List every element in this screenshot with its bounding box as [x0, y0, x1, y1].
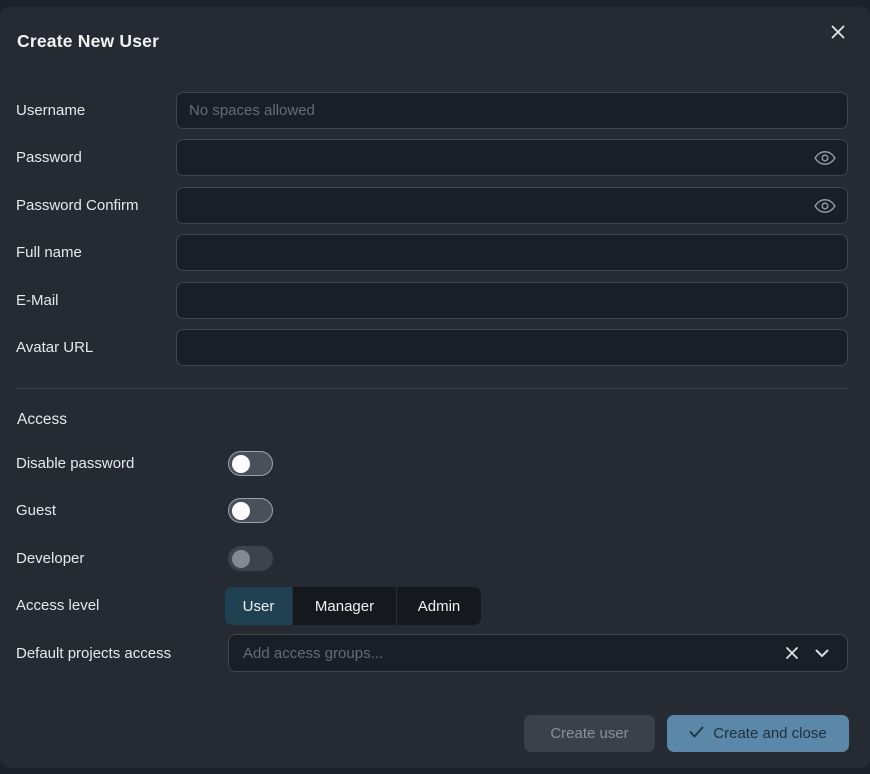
eye-icon — [814, 153, 836, 168]
access-level-segmented-control: User Manager Admin — [225, 587, 481, 625]
reveal-password-button[interactable] — [812, 148, 838, 167]
email-label: E-Mail — [16, 292, 176, 309]
full-name-input[interactable] — [176, 234, 848, 271]
field-row-email: E-Mail — [16, 282, 848, 319]
close-button[interactable] — [826, 21, 850, 45]
password-confirm-label: Password Confirm — [16, 197, 176, 214]
eye-icon — [814, 201, 836, 216]
dialog-title: Create New User — [17, 31, 159, 52]
password-label: Password — [16, 149, 176, 166]
full-name-label: Full name — [16, 244, 176, 261]
clear-selection-button[interactable] — [781, 642, 803, 664]
access-level-row: Access level — [16, 593, 228, 618]
guest-label: Guest — [16, 502, 228, 519]
section-divider — [16, 388, 848, 389]
field-row-full-name: Full name — [16, 234, 848, 271]
toggle-row-developer: Developer — [16, 546, 273, 571]
password-confirm-input[interactable] — [176, 187, 848, 224]
checkmark-icon — [689, 725, 704, 742]
guest-toggle[interactable] — [228, 498, 273, 523]
toggle-knob — [232, 502, 250, 520]
avatar-url-input[interactable] — [176, 329, 848, 366]
toggle-row-disable-password: Disable password — [16, 451, 273, 476]
field-row-password: Password — [16, 139, 848, 176]
access-level-option-manager[interactable]: Manager — [293, 587, 397, 625]
field-row-password-confirm: Password Confirm — [16, 187, 848, 224]
field-row-username: Username — [16, 92, 848, 129]
access-level-option-user[interactable]: User — [225, 587, 293, 625]
default-projects-multiselect[interactable]: Add access groups... — [228, 634, 848, 672]
create-user-dialog: Create New User Username Password Passwo… — [0, 7, 870, 768]
default-projects-row: Default projects access — [16, 641, 228, 666]
clear-x-icon — [785, 648, 799, 663]
expand-dropdown-button[interactable] — [811, 645, 833, 662]
toggle-knob — [232, 455, 250, 473]
field-row-avatar-url: Avatar URL — [16, 329, 848, 366]
multiselect-placeholder: Add access groups... — [243, 645, 781, 662]
username-label: Username — [16, 102, 176, 119]
chevron-down-icon — [815, 646, 829, 661]
default-projects-label: Default projects access — [16, 645, 228, 662]
disable-password-toggle[interactable] — [228, 451, 273, 476]
disable-password-label: Disable password — [16, 455, 228, 472]
access-level-option-admin[interactable]: Admin — [397, 587, 481, 625]
toggle-row-guest: Guest — [16, 498, 273, 523]
username-input[interactable] — [176, 92, 848, 129]
reveal-password-confirm-button[interactable] — [812, 196, 838, 215]
create-user-button[interactable]: Create user — [524, 715, 655, 752]
create-and-close-label: Create and close — [713, 725, 826, 742]
access-level-label: Access level — [16, 597, 228, 614]
email-input[interactable] — [176, 282, 848, 319]
create-and-close-button[interactable]: Create and close — [667, 715, 849, 752]
access-section-header: Access — [17, 411, 67, 429]
close-icon — [830, 24, 846, 43]
developer-label: Developer — [16, 550, 228, 567]
avatar-url-label: Avatar URL — [16, 339, 176, 356]
developer-toggle — [228, 546, 273, 571]
toggle-knob — [232, 550, 250, 568]
password-input[interactable] — [176, 139, 848, 176]
